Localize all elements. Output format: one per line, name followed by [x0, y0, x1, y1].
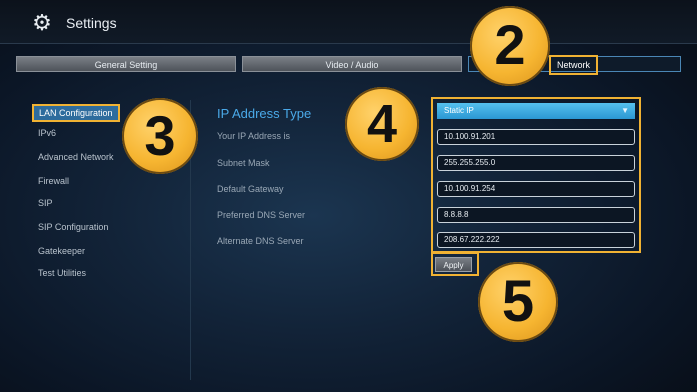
- fields-highlight-box: [431, 97, 641, 253]
- sidebar-item-sip-configuration[interactable]: SIP Configuration: [38, 222, 108, 232]
- ip-address-label: Your IP Address is: [217, 131, 291, 141]
- ip-type-value: Static IP: [444, 106, 474, 115]
- sidebar-item-ipv6[interactable]: IPv6: [38, 128, 56, 138]
- sidebar-item-firewall[interactable]: Firewall: [38, 176, 69, 186]
- tab-video-audio[interactable]: Video / Audio: [242, 56, 462, 72]
- default-gateway-field[interactable]: 10.100.91.254: [437, 181, 635, 197]
- callout-badge-4: 4: [345, 87, 419, 161]
- page-title: Settings: [66, 15, 117, 31]
- preferred-dns-label: Preferred DNS Server: [217, 210, 306, 220]
- settings-screen: ⚙ Settings General Setting Video / Audio…: [0, 0, 697, 392]
- apply-button[interactable]: Apply: [435, 257, 472, 272]
- callout-badge-3: 3: [122, 98, 198, 174]
- alternate-dns-label: Alternate DNS Server: [217, 236, 304, 246]
- callout-badge-2: 2: [470, 6, 550, 86]
- alternate-dns-field[interactable]: 208.67.222.222: [437, 232, 635, 248]
- ip-address-type-heading: IP Address Type: [217, 106, 312, 121]
- sidebar-item-test-utilities[interactable]: Test Utilities: [38, 268, 86, 278]
- tab-bar: General Setting Video / Audio Network: [16, 55, 681, 75]
- sidebar-item-gatekeeper[interactable]: Gatekeeper: [38, 246, 85, 256]
- sidebar-item-sip[interactable]: SIP: [38, 198, 53, 208]
- dropdown-arrow-icon: ▼: [621, 106, 629, 115]
- subnet-mask-field[interactable]: 255.255.255.0: [437, 155, 635, 171]
- sidebar-item-lan-configuration[interactable]: LAN Configuration: [32, 104, 120, 122]
- tab-network-label: Network: [549, 55, 599, 75]
- subnet-mask-label: Subnet Mask: [217, 158, 270, 168]
- gear-icon: ⚙: [32, 10, 52, 35]
- callout-badge-5: 5: [478, 262, 558, 342]
- default-gateway-label: Default Gateway: [217, 184, 284, 194]
- tab-general-setting[interactable]: General Setting: [16, 56, 236, 72]
- preferred-dns-field[interactable]: 8.8.8.8: [437, 207, 635, 223]
- sidebar-item-advanced-network[interactable]: Advanced Network: [38, 152, 114, 162]
- ip-type-select[interactable]: Static IP ▼: [437, 103, 635, 119]
- ip-address-field[interactable]: 10.100.91.201: [437, 129, 635, 145]
- top-bar: ⚙ Settings: [0, 0, 697, 44]
